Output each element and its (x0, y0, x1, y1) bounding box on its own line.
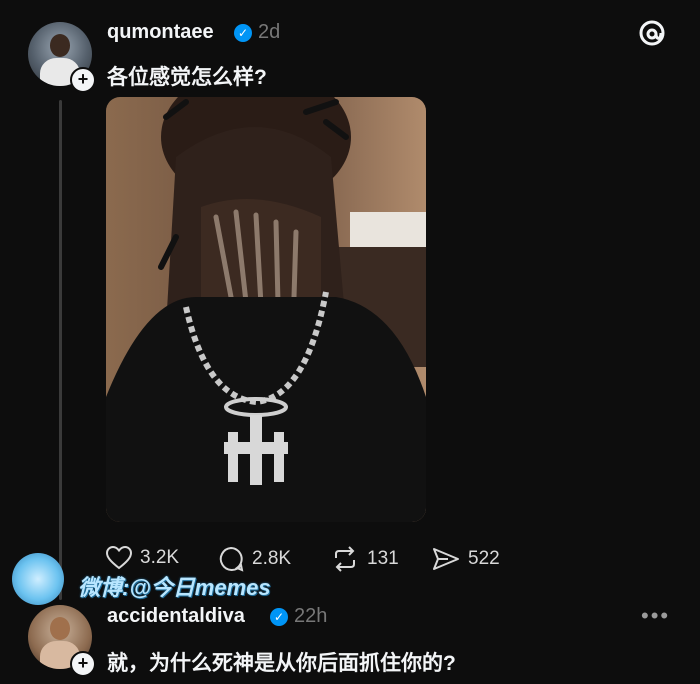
comment-button[interactable]: 2.8K (218, 546, 291, 572)
share-icon (433, 548, 459, 570)
verified-badge-icon: ✓ (234, 24, 252, 42)
repost-icon (335, 546, 355, 572)
more-dots-icon[interactable]: ••• (641, 603, 670, 629)
comment-count: 2.8K (252, 548, 292, 569)
watermark-text: 微博:@今日memes (78, 575, 271, 600)
like-button[interactable]: 3.2K (106, 546, 179, 570)
share-count: 522 (468, 548, 500, 569)
repost-button[interactable]: 131 (331, 546, 399, 572)
heart-icon (106, 546, 132, 570)
repost-count: 131 (367, 548, 399, 569)
reply-username[interactable]: accidentaldiva (107, 605, 245, 628)
reply-time: 22h (294, 605, 328, 627)
comment-icon (219, 546, 244, 572)
share-button[interactable]: 522 (432, 546, 500, 572)
reply-verified-badge-icon: ✓ (270, 608, 288, 626)
thread-line (59, 100, 62, 600)
threads-logo-icon[interactable] (637, 18, 667, 48)
post-time: 2d (258, 21, 281, 43)
photo-illustration (106, 97, 426, 522)
reply-follow-plus-icon[interactable]: + (70, 651, 96, 677)
post-text: 各位感觉怎么样? (107, 66, 267, 89)
watermark-logo-icon (12, 553, 64, 605)
post-username[interactable]: qumontaee (107, 21, 214, 44)
post-image[interactable] (106, 97, 426, 522)
follow-plus-icon[interactable]: + (70, 67, 96, 93)
reply-text: 就，为什么死神是从你后面抓住你的? (107, 652, 456, 675)
like-count: 3.2K (140, 547, 180, 568)
